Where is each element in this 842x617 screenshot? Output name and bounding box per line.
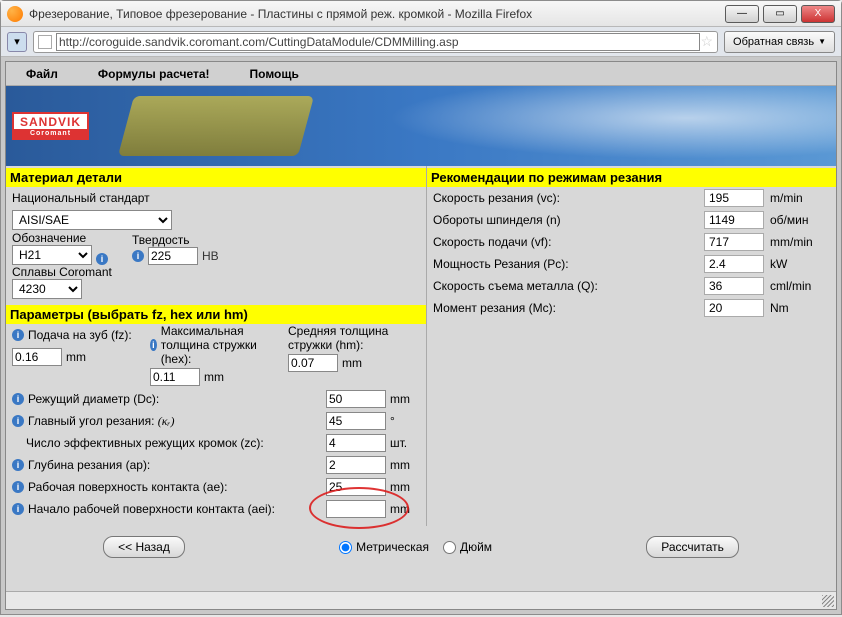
status-bar [6, 591, 836, 609]
inch-radio[interactable]: Дюйм [443, 540, 492, 554]
page-content: Файл Формулы расчета! Помощь SANDVIK Cor… [5, 61, 837, 610]
mc-value: 20 [704, 299, 764, 317]
alloys-label: Сплавы Coromant [12, 265, 420, 279]
banner: SANDVIK Coromant [6, 86, 836, 166]
info-icon[interactable]: i [150, 339, 157, 351]
chevron-down-icon: ▼ [818, 37, 826, 46]
hardness-unit: HB [202, 249, 219, 263]
window-title: Фрезерование, Типовое фрезерование - Пла… [29, 7, 725, 21]
firefox-icon [7, 6, 23, 22]
hm-input[interactable] [288, 354, 338, 372]
q-label: Скорость съема металла (Q): [433, 279, 704, 293]
vf-value: 717 [704, 233, 764, 251]
zc-label: Число эффективных режущих кромок (zc): [12, 436, 322, 450]
vc-value: 195 [704, 189, 764, 207]
unit-radio-group: Метрическая Дюйм [339, 540, 492, 554]
kappa-input[interactable] [326, 412, 386, 430]
dc-input[interactable] [326, 390, 386, 408]
menu-formulas[interactable]: Формулы расчета! [98, 67, 210, 81]
vc-label: Скорость резания (vc): [433, 191, 704, 205]
standard-select[interactable]: AISI/SAE [12, 210, 172, 230]
close-button[interactable]: X [801, 5, 835, 23]
info-icon[interactable]: i [12, 503, 24, 515]
feedback-label: Обратная связь [733, 36, 814, 48]
n-label: Обороты шпинделя (n) [433, 213, 704, 227]
bookmark-star-icon[interactable]: ☆ [700, 33, 713, 50]
aei-input[interactable] [326, 500, 386, 518]
hardness-label: Твердость [132, 233, 219, 247]
info-icon[interactable]: i [132, 250, 144, 262]
metric-radio[interactable]: Метрическая [339, 540, 429, 554]
q-value: 36 [704, 277, 764, 295]
resize-grip-icon[interactable] [822, 595, 834, 607]
url-input[interactable] [56, 33, 700, 51]
info-icon[interactable]: i [12, 393, 24, 405]
calculate-button[interactable]: Рассчитать [646, 536, 739, 558]
banner-tool-image [118, 96, 314, 156]
alloys-select[interactable]: 4230 [12, 279, 82, 299]
minimize-button[interactable]: — [725, 5, 759, 23]
pc-label: Мощность Резания (Pc): [433, 257, 704, 271]
info-icon[interactable]: i [12, 329, 24, 341]
app-menu: Файл Формулы расчета! Помощь [6, 62, 836, 86]
menu-help[interactable]: Помощь [250, 67, 299, 81]
ae-input[interactable] [326, 478, 386, 496]
pc-value: 2.4 [704, 255, 764, 273]
page-icon [38, 35, 52, 49]
kappa-label: Главный угол резания: (κᵣ) [28, 414, 322, 429]
designation-select[interactable]: H21 [12, 245, 92, 265]
tab-icon[interactable]: ▾ [7, 32, 27, 52]
hm-label: Средняя толщина стружки (hm): [288, 324, 420, 352]
fz-input[interactable] [12, 348, 62, 366]
ap-input[interactable] [326, 456, 386, 474]
params-header: Параметры (выбрать fz, hex или hm) [6, 305, 426, 324]
sandvik-logo: SANDVIK Coromant [12, 112, 89, 140]
hex-input[interactable] [150, 368, 200, 386]
info-icon[interactable]: i [12, 459, 24, 471]
menu-file[interactable]: Файл [26, 67, 58, 81]
hardness-input[interactable] [148, 247, 198, 265]
results-header: Рекомендации по режимам резания [427, 168, 836, 187]
zc-input[interactable] [326, 434, 386, 452]
info-icon[interactable]: i [96, 253, 108, 265]
mc-label: Момент резания (Mc): [433, 301, 704, 315]
n-value: 1149 [704, 211, 764, 229]
aei-label: Начало рабочей поверхности контакта (aei… [28, 502, 322, 516]
feedback-button[interactable]: Обратная связь ▼ [724, 31, 835, 53]
window-title-bar: Фрезерование, Типовое фрезерование - Пла… [1, 1, 841, 27]
banner-sheen [338, 86, 836, 166]
standard-label: Национальный стандарт [12, 191, 150, 205]
fz-label: Подача на зуб (fz): [28, 328, 132, 342]
designation-label: Обозначение [12, 231, 92, 245]
maximize-button[interactable]: ▭ [763, 5, 797, 23]
ae-label: Рабочая поверхность контакта (ae): [28, 480, 322, 494]
vf-label: Скорость подачи (vf): [433, 235, 704, 249]
back-button[interactable]: << Назад [103, 536, 185, 558]
address-bar[interactable]: ☆ [33, 31, 718, 53]
info-icon[interactable]: i [12, 415, 24, 427]
hex-label: Максимальная толщина стружки (hex): [161, 324, 282, 366]
material-header: Материал детали [6, 168, 426, 187]
info-icon[interactable]: i [12, 481, 24, 493]
ap-label: Глубина резания (ap): [28, 458, 322, 472]
dc-label: Режущий диаметр (Dc): [28, 392, 322, 406]
